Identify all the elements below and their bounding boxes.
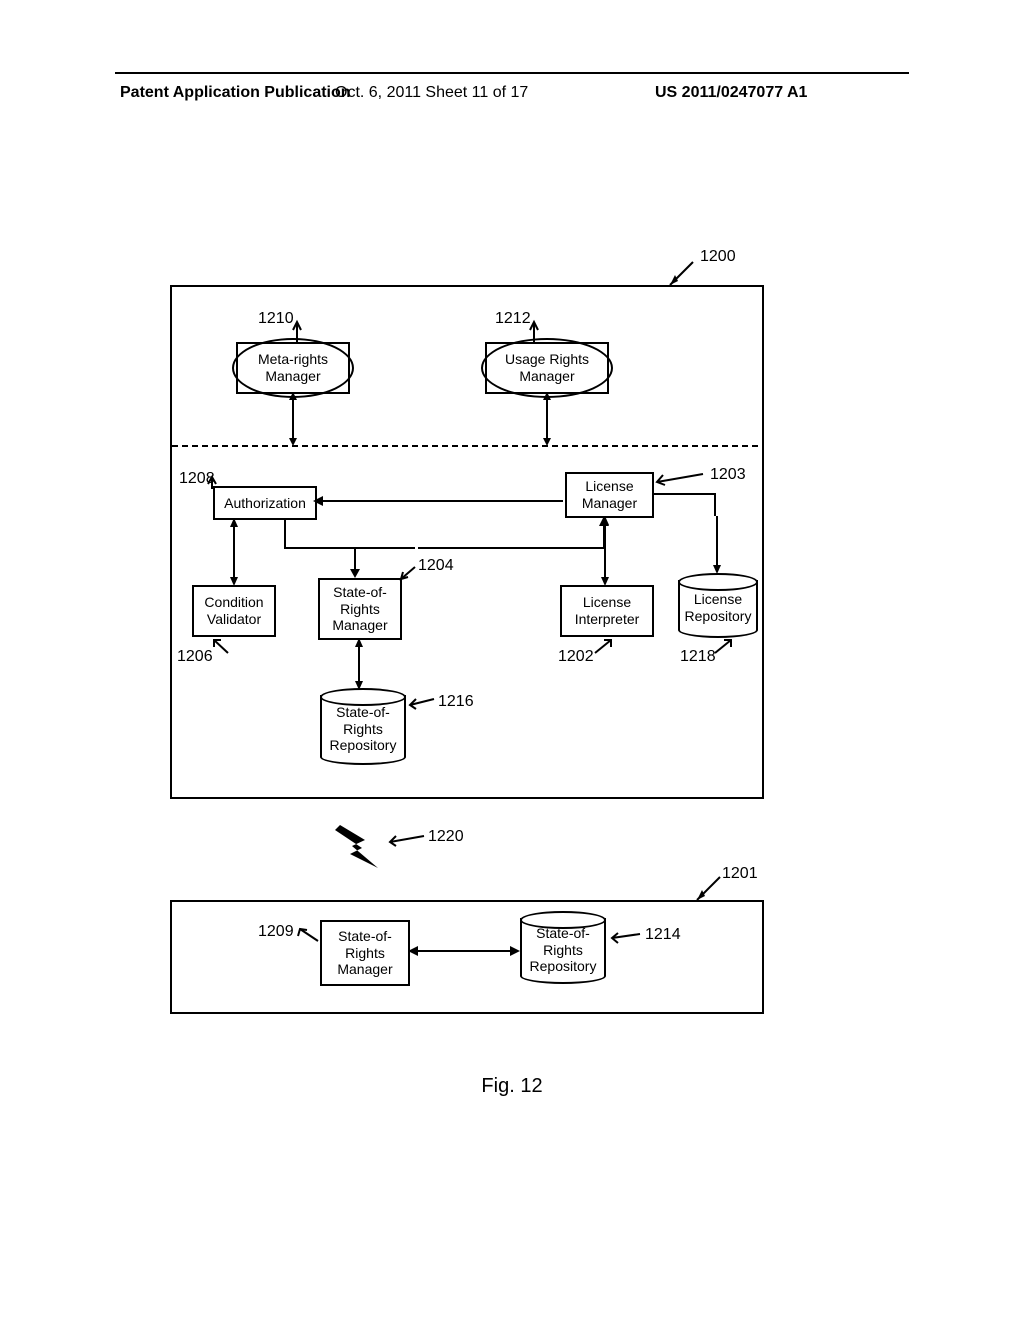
ref-1203: 1203 [710, 466, 746, 484]
ref-1212: 1212 [495, 310, 531, 328]
arrow-licensemgr-licenserepo [710, 516, 724, 576]
sor-repository-line1: State-of- [336, 704, 390, 721]
flag-1209 [296, 927, 322, 945]
usage-rights-line2: Manager [519, 368, 574, 385]
sor-manager-line2: Rights [340, 601, 380, 618]
flag-1208 [208, 475, 228, 491]
header-mid: Oct. 6, 2011 Sheet 11 of 17 [335, 84, 528, 102]
ref-1209: 1209 [258, 923, 294, 941]
flag-1220 [388, 832, 428, 846]
condition-validator-line1: Condition [204, 594, 263, 611]
box-license-interpreter: License Interpreter [560, 585, 654, 637]
flag-1214 [610, 930, 644, 944]
sor-repository2-line1: State-of- [536, 925, 590, 942]
sor-repository-line2: Rights [343, 721, 383, 738]
ref-1220: 1220 [428, 828, 464, 846]
arrow-licensemgr-licinterpreter [598, 516, 612, 586]
ref-1218: 1218 [680, 648, 716, 666]
dashed-divider [172, 445, 758, 447]
box-sor-manager: State-of- Rights Manager [318, 578, 402, 640]
cylinder-license-repository: License Repository [678, 580, 758, 638]
flag-1216 [408, 695, 438, 709]
ref-1201: 1201 [722, 865, 758, 883]
arrow-licensemgr-to-authorization [313, 494, 568, 508]
cylinder-sor-repository: State-of- Rights Repository [320, 695, 406, 765]
arrow-elbow-to-licensemgr [414, 516, 614, 560]
arrow-metarights-dashed [286, 392, 300, 447]
box-sor-manager-lower: State-of- Rights Manager [320, 920, 410, 986]
sor-repository2-line3: Repository [530, 958, 597, 975]
condition-validator-line2: Validator [207, 611, 261, 628]
meta-rights-line2: Manager [265, 368, 320, 385]
sor-manager-line3: Manager [332, 617, 387, 634]
ref-1216: 1216 [438, 693, 474, 711]
sor-manager2-line3: Manager [337, 961, 392, 978]
ref-1214: 1214 [645, 926, 681, 944]
meta-rights-line1: Meta-rights [258, 351, 328, 368]
arrow-sormgr2-sorrepo2 [408, 944, 520, 958]
flag-1206 [210, 638, 234, 656]
lightning-bolt-icon [330, 820, 390, 880]
ref-1206: 1206 [177, 648, 213, 666]
flag-1212 [530, 320, 554, 344]
sor-manager2-line1: State-of- [338, 928, 392, 945]
usage-rights-line1: Usage Rights [505, 351, 589, 368]
flag-1218 [713, 638, 735, 656]
license-interpreter-line1: License [583, 594, 631, 611]
sor-manager2-line2: Rights [345, 945, 385, 962]
flag-1202 [593, 638, 615, 656]
ref-1210: 1210 [258, 310, 294, 328]
ref-1202: 1202 [558, 648, 594, 666]
license-repository-line2: Repository [685, 608, 752, 625]
header-rule [115, 72, 909, 74]
box-condition-validator: Condition Validator [192, 585, 276, 637]
header-right: US 2011/0247077 A1 [655, 84, 807, 102]
arrow-usagerights-dashed [540, 392, 554, 447]
ref-1200: 1200 [700, 248, 736, 266]
sor-repository-line3: Repository [330, 737, 397, 754]
flag-1203 [655, 472, 710, 486]
header-left: Patent Application Publication [120, 84, 351, 102]
figure-caption: Fig. 12 [0, 1075, 1024, 1098]
license-repository-line1: License [694, 591, 742, 608]
flag-1204 [399, 565, 419, 581]
authorization-text: Authorization [224, 495, 306, 512]
cylinder-sor-repository-lower: State-of- Rights Repository [520, 918, 606, 984]
license-manager-line2: Manager [582, 495, 637, 512]
license-interpreter-line2: Interpreter [575, 611, 640, 628]
sor-manager-line1: State-of- [333, 584, 387, 601]
flag-1210 [293, 320, 317, 344]
box-meta-rights-manager: Meta-rights Manager [236, 342, 350, 394]
box-authorization: Authorization [213, 486, 317, 520]
box-usage-rights-manager: Usage Rights Manager [485, 342, 609, 394]
arrow-elbow-join [280, 546, 420, 552]
arrow-licensemgr-right-elbow [650, 490, 725, 520]
flag-1201 [692, 875, 726, 903]
license-manager-line1: License [585, 478, 633, 495]
arrow-authorization-condval [227, 518, 241, 586]
sor-repository2-line2: Rights [543, 942, 583, 959]
arrow-sormgr-sorrepo [352, 638, 366, 690]
box-license-manager: License Manager [565, 472, 654, 518]
